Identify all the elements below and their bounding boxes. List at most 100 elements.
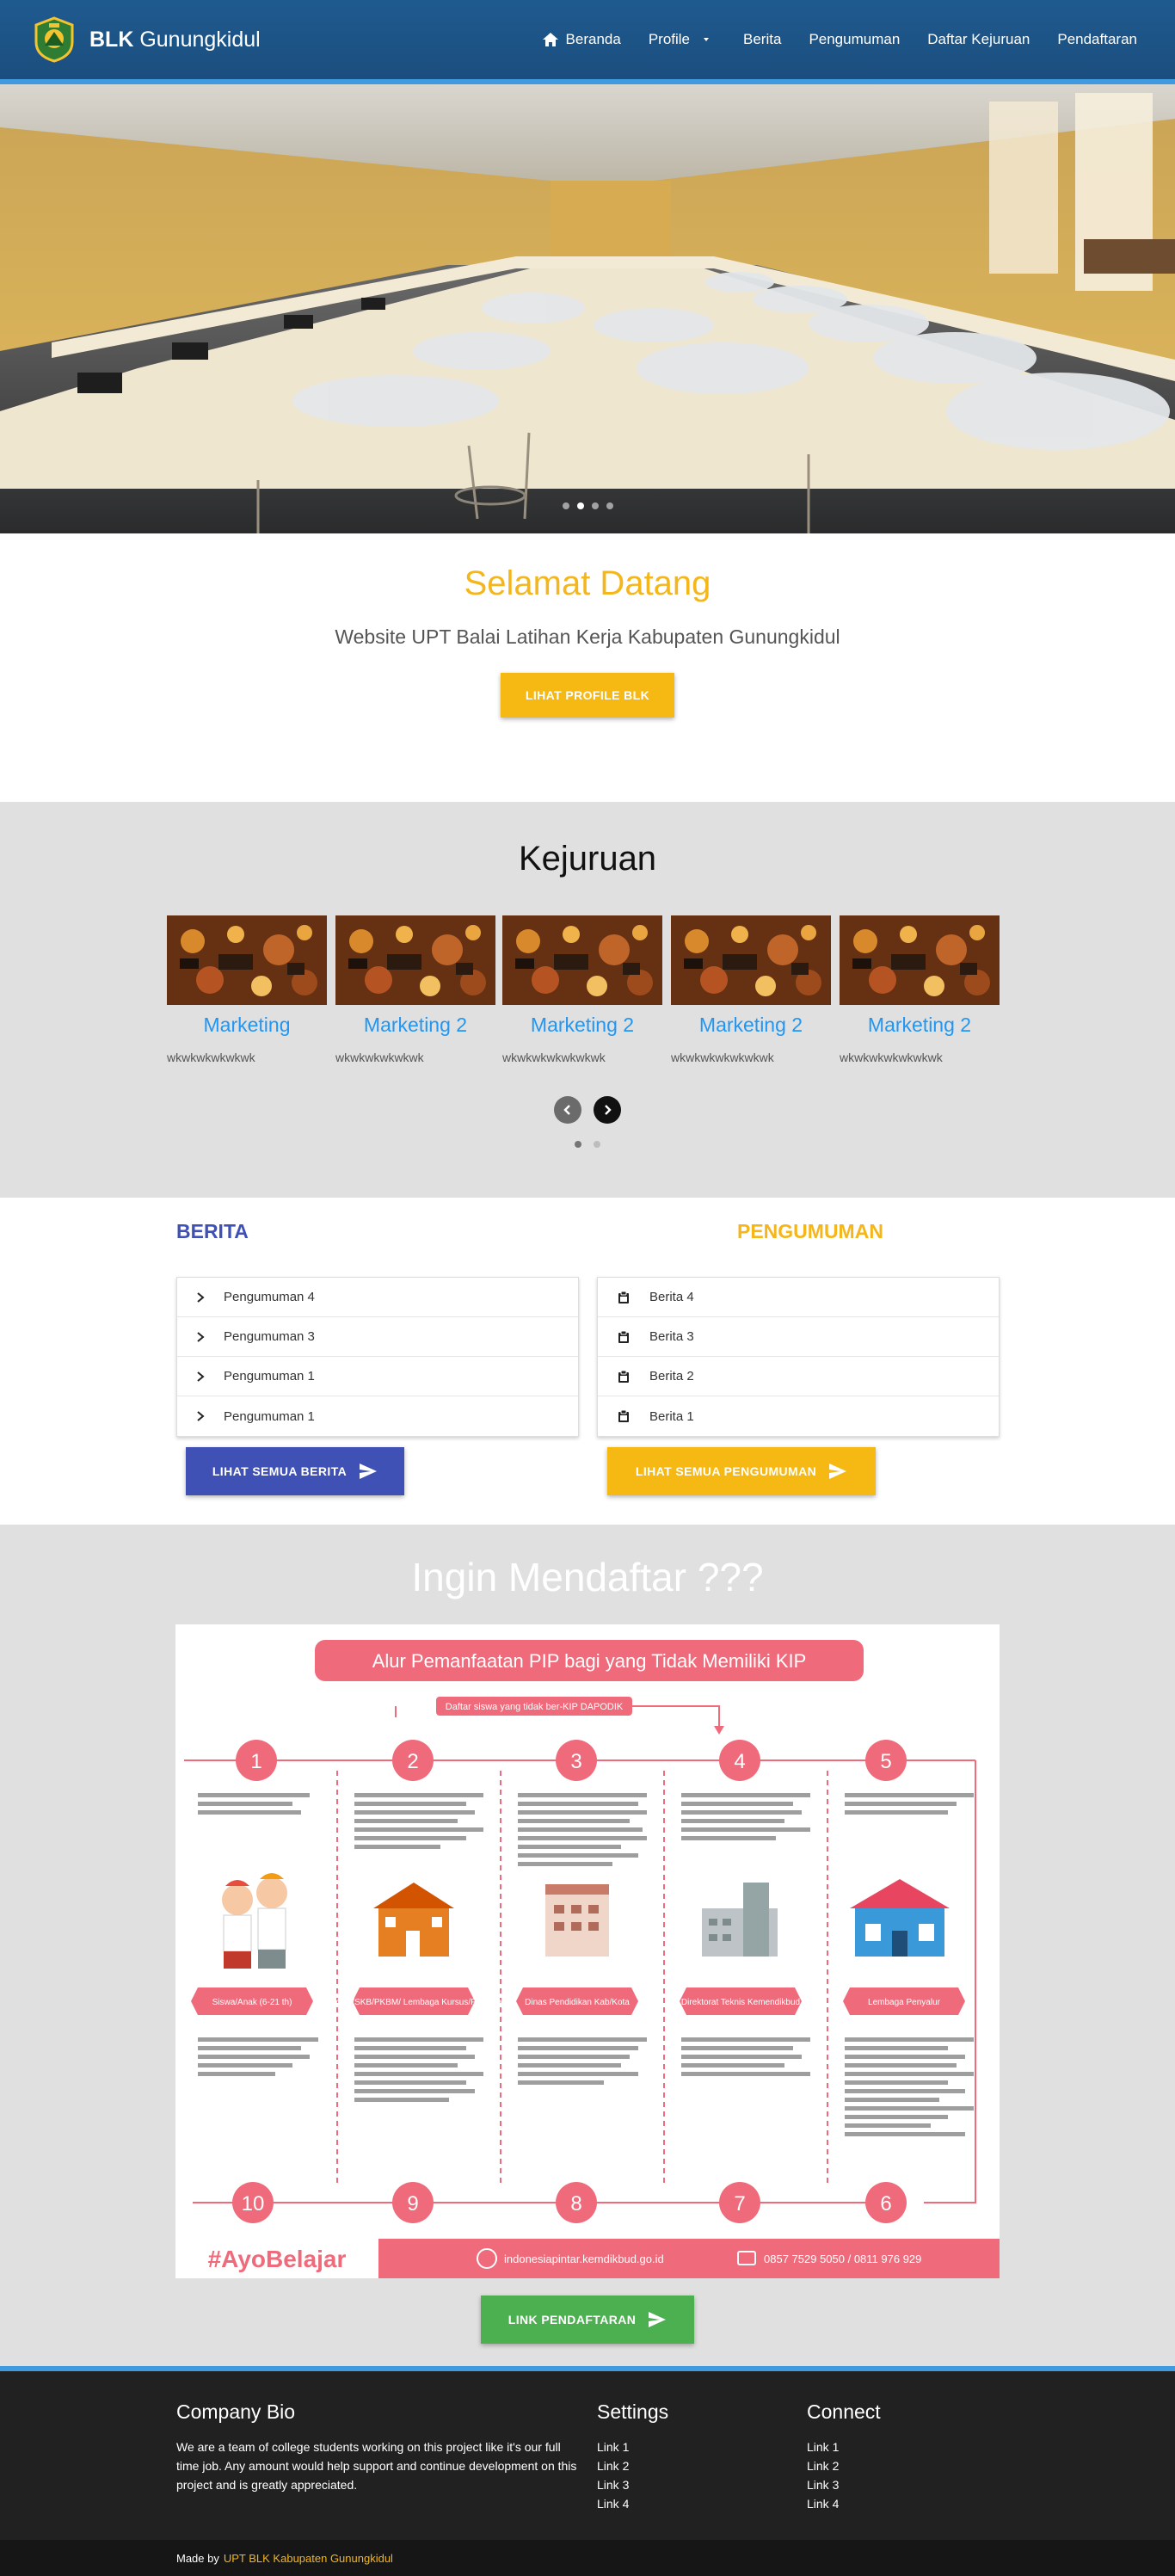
chevron-right-icon [197,1371,205,1382]
made-by-link[interactable]: UPT BLK Kabupaten Gunungkidul [224,2552,393,2565]
kejuruan-card-image [335,915,495,1005]
footer-link[interactable]: Link 4 [807,2494,881,2513]
kejuruan-section: Kejuruan Marketing wkwkwkwkwkwk Marketin… [0,802,1175,1198]
nav-berita[interactable]: Berita [729,31,795,48]
brand[interactable]: BLK Gunungkidul [33,16,261,63]
step-number: 6 [880,2192,891,2215]
carousel-indicator-dot[interactable] [591,502,599,509]
berita-list: Pengumuman 4 Pengumuman 3 Pengumuman 1 P… [176,1277,579,1437]
chevron-right-icon [197,1331,205,1342]
list-item[interactable]: Pengumuman 1 [177,1396,578,1436]
link-pendaftaran-label: LINK PENDAFTARAN [508,2313,637,2326]
send-icon [829,1464,847,1479]
list-item[interactable]: Berita 3 [598,1317,999,1357]
list-item-label: Berita 4 [649,1290,694,1304]
caret-down-icon [704,38,710,41]
school-illustration [373,1883,454,1957]
kejuruan-card[interactable]: Marketing 2 wkwkwkwkwkwkwk [502,915,662,1064]
nav-daftar-kejuruan-label: Daftar Kejuruan [927,31,1030,47]
kejuruan-card[interactable]: Marketing 2 wkwkwkwkwkwk [335,915,495,1064]
footer-link[interactable]: Link 4 [597,2494,668,2513]
link-pendaftaran-button[interactable]: LINK PENDAFTARAN [481,2296,694,2344]
list-item[interactable]: Berita 1 [598,1396,999,1436]
bank-illustration [850,1879,950,1957]
clipboard-icon [618,1409,629,1422]
nav-pengumuman[interactable]: Pengumuman [795,31,914,48]
carousel-indicator-dot[interactable] [575,1141,581,1148]
footer-link[interactable]: Link 2 [597,2456,668,2475]
step-number: 10 [242,2192,265,2215]
list-item[interactable]: Pengumuman 1 [177,1357,578,1396]
kejuruan-card[interactable]: Marketing wkwkwkwkwkwk [167,915,327,1064]
welcome-title: Selamat Datang [464,564,711,602]
footer-connect-title: Connect [807,2400,881,2423]
list-item[interactable]: Berita 2 [598,1357,999,1396]
top-navbar: BLK Gunungkidul Beranda Profile Berita P… [0,0,1175,84]
nav-profile-label: Profile [648,31,691,47]
nav-pendaftaran[interactable]: Pendaftaran [1043,31,1151,48]
footer-link[interactable]: Link 1 [597,2437,668,2456]
lihat-semua-berita-button[interactable]: LIHAT SEMUA BERITA [186,1447,404,1495]
clipboard-icon [618,1330,629,1343]
kejuruan-title: Kejuruan [518,840,657,878]
poster-phone: 0857 7529 5050 / 0811 976 929 [764,2252,921,2265]
actor-label: Direktorat Teknis Kemendikbud [681,1998,800,2007]
kejuruan-card-desc: wkwkwkwkwkwkwk [840,1051,943,1064]
nav-daftar-kejuruan[interactable]: Daftar Kejuruan [914,31,1043,48]
carousel-indicator-dot[interactable] [606,502,613,509]
footer-link[interactable]: Link 3 [597,2475,668,2494]
kejuruan-card-image [840,915,1000,1005]
hero-carousel-indicators [0,502,1175,509]
office-building-illustration [545,1884,609,1957]
nav-beranda[interactable]: Beranda [528,31,635,48]
gunungkidul-logo [34,16,74,63]
send-icon [649,2312,667,2327]
kejuruan-card[interactable]: Marketing 2 wkwkwkwkwkwkwk [671,915,831,1064]
clipboard-icon [618,1291,629,1303]
actor-label: Dinas Pendidikan Kab/Kota [525,1998,630,2007]
chevron-right-icon [605,1105,612,1115]
footer-link[interactable]: Link 3 [807,2475,881,2494]
poster-site: indonesiapintar.kemdikbud.go.id [504,2252,664,2265]
hero-carousel[interactable] [0,84,1175,533]
actor-label: Sekolah/SKB/PKBM/ Lembaga Kursus/Pelatih… [321,1998,507,2007]
lihat-profile-button[interactable]: LIHAT PROFILE BLK [501,673,674,718]
list-item[interactable]: Pengumuman 3 [177,1317,578,1357]
pip-flow-infographic: Alur Pemanfaatan PIP bagi yang Tidak Mem… [175,1640,1000,2278]
list-item-label: Pengumuman 1 [224,1369,315,1384]
footer-link[interactable]: Link 1 [807,2437,881,2456]
footer-connect: Connect Link 1 Link 2 Link 3 Link 4 [807,2400,881,2513]
list-item-label: Pengumuman 4 [224,1290,315,1304]
clipboard-icon [618,1370,629,1383]
pengumuman-list: Berita 4 Berita 3 Berita 2 Berita 1 [597,1277,1000,1437]
footer-settings-title: Settings [597,2400,669,2423]
copyright-bar: Made by UPT BLK Kabupaten Gunungkidul [0,2540,1175,2576]
chevron-right-icon [197,1291,205,1303]
carousel-indicator-dot[interactable] [576,502,584,509]
step-number: 4 [734,1750,745,1773]
lihat-semua-pengumuman-label: LIHAT SEMUA PENGUMUMAN [635,1464,817,1478]
carousel-indicator-dot[interactable] [562,502,569,509]
list-item-label: Pengumuman 1 [224,1408,315,1424]
kejuruan-card-desc: wkwkwkwkwkwk [167,1051,255,1064]
list-item[interactable]: Berita 4 [598,1278,999,1317]
ministry-building-illustration [702,1883,778,1957]
carousel-prev-button[interactable] [554,1096,581,1124]
carousel-indicator-dot[interactable] [594,1141,600,1148]
kejuruan-card-title: Marketing 2 [698,1014,803,1036]
poster-title: Alur Pemanfaatan PIP bagi yang Tidak Mem… [372,1650,807,1672]
footer-link[interactable]: Link 2 [807,2456,881,2475]
actor-label: Siswa/Anak (6-21 th) [212,1998,292,2007]
send-icon [360,1464,378,1479]
kejuruan-card-desc: wkwkwkwkwkwkwk [671,1051,774,1064]
nav-profile[interactable]: Profile [635,31,729,48]
step-number: 8 [570,2192,581,2215]
lihat-semua-pengumuman-button[interactable]: LIHAT SEMUA PENGUMUMAN [607,1447,876,1495]
step-number: 3 [570,1750,581,1773]
nav-beranda-label: Beranda [565,31,621,47]
step-number: 1 [250,1750,261,1773]
carousel-next-button[interactable] [594,1096,621,1124]
list-item[interactable]: Pengumuman 4 [177,1278,578,1317]
pengumuman-heading: PENGUMUMAN [737,1220,883,1242]
kejuruan-card[interactable]: Marketing 2 wkwkwkwkwkwkwk [840,915,1000,1064]
